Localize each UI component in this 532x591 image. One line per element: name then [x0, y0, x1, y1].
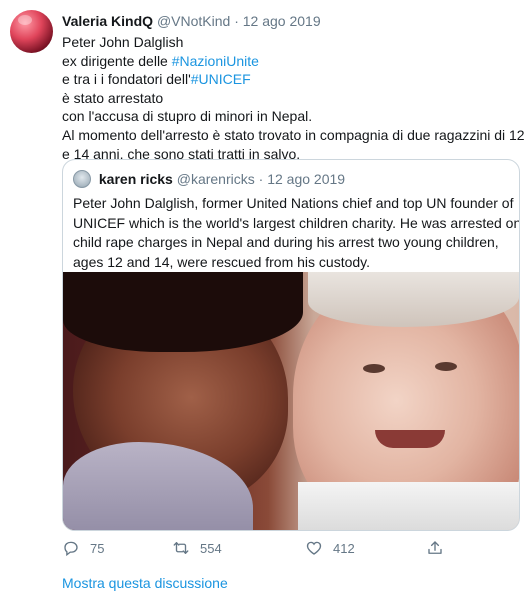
reply-count: 75	[90, 540, 105, 556]
quoted-tweet-line: child rape charges in Nepal and during h…	[73, 234, 499, 250]
like-button[interactable]: 412	[305, 537, 355, 559]
quoted-author-handle[interactable]: @karenricks	[177, 171, 255, 187]
header-separator: ·	[234, 13, 239, 29]
hashtag-unicef[interactable]: #UNICEF	[191, 71, 251, 87]
tweet-line-text: e tra i i fondatori dell'	[62, 71, 191, 88]
tweet-line: e tra i i fondatori dell'#UNICEF	[62, 70, 522, 89]
photo-mouth	[375, 430, 445, 448]
quoted-tweet-photo[interactable]	[63, 272, 519, 530]
reply-button[interactable]: 75	[62, 537, 104, 559]
heart-icon	[306, 541, 322, 555]
tweet-text: Peter John Dalglish ex dirigente delle #…	[62, 33, 525, 163]
quoted-author-avatar[interactable]	[73, 170, 91, 188]
photo-eye	[363, 364, 385, 373]
quoted-author-name[interactable]: karen ricks	[99, 171, 173, 187]
tweet-actions: 75 554 412	[62, 537, 502, 559]
avatar-highlight	[18, 15, 32, 25]
retweet-button[interactable]: 554	[172, 537, 222, 559]
tweet-line: con l'accusa di stupro di minori in Nepa…	[62, 108, 313, 125]
tweet-line: Al momento dell'arresto è stato trovato …	[62, 126, 525, 143]
retweet-count: 554	[200, 540, 222, 556]
tweet-date[interactable]: 12 ago 2019	[243, 13, 321, 29]
author-handle[interactable]: @VNotKind	[157, 13, 230, 29]
tweet-header: Valeria KindQ @VNotKind · 12 ago 2019	[62, 12, 321, 30]
quoted-tweet-header: karen ricks @karenricks · 12 ago 2019	[73, 170, 345, 188]
quoted-tweet[interactable]: karen ricks @karenricks · 12 ago 2019 Pe…	[62, 159, 520, 531]
quoted-tweet-text: Peter John Dalglish, former United Natio…	[73, 194, 520, 272]
tweet-line: Peter John Dalglish	[62, 34, 184, 50]
show-thread-link[interactable]: Mostra questa discussione	[62, 575, 228, 591]
photo-collar	[298, 482, 519, 530]
quoted-tweet-line: Peter John Dalglish, former United Natio…	[73, 195, 514, 211]
tweet[interactable]: Valeria KindQ @VNotKind · 12 ago 2019 Pe…	[0, 0, 532, 591]
tweet-line-text: ex dirigente delle	[62, 52, 172, 69]
share-button[interactable]	[426, 537, 444, 559]
tweet-line: è stato arrestato	[62, 89, 164, 106]
photo-child-hair	[63, 272, 303, 352]
hashtag-nazioniunite[interactable]: #NazioniUnite	[172, 53, 259, 69]
quoted-tweet-line: ages 12 and 14, were rescued from his cu…	[73, 253, 371, 270]
author-name[interactable]: Valeria KindQ	[62, 13, 153, 29]
like-count: 412	[333, 540, 355, 556]
tweet-line: ex dirigente delle #NazioniUnite	[62, 52, 522, 71]
quoted-tweet-date[interactable]: 12 ago 2019	[267, 171, 345, 187]
retweet-icon	[173, 542, 189, 554]
share-icon	[428, 541, 442, 554]
photo-eye	[435, 362, 457, 371]
quoted-header-separator: ·	[258, 171, 264, 187]
author-avatar[interactable]	[10, 10, 53, 53]
reply-icon	[64, 541, 78, 557]
quoted-tweet-line: UNICEF which is the world's largest chil…	[73, 214, 520, 231]
